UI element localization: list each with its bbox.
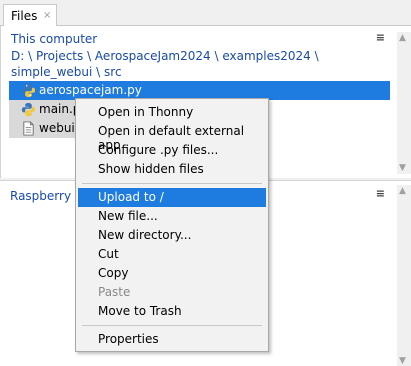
remote-scrollbar[interactable]: ▲ ▼	[397, 185, 411, 366]
text-file-icon	[23, 121, 34, 136]
menu-item-copy[interactable]: Copy	[78, 264, 266, 283]
python-file-icon	[21, 102, 36, 117]
scroll-up-icon[interactable]: ▲	[399, 186, 406, 196]
tab-strip: Files ×	[0, 0, 411, 27]
menu-item-configure-py[interactable]: Configure .py files...	[78, 141, 266, 160]
local-path-breadcrumb[interactable]: D: \ Projects \ AerospaceJam2024 \ examp…	[11, 48, 381, 80]
scroll-down-icon[interactable]: ▼	[399, 163, 406, 173]
remote-location-title: Raspberry Pi	[10, 189, 86, 203]
scroll-down-icon[interactable]: ▼	[399, 356, 406, 366]
panel-menu-icon[interactable]: ≡	[376, 187, 385, 200]
menu-item-upload[interactable]: Upload to /	[78, 188, 266, 207]
tab-files[interactable]: Files ×	[3, 4, 57, 27]
local-location-title: This computer	[11, 32, 98, 46]
menu-item-show-hidden[interactable]: Show hidden files	[78, 160, 266, 179]
python-file-icon	[21, 83, 36, 98]
tab-label: Files	[11, 9, 38, 23]
menu-item-new-file[interactable]: New file...	[78, 207, 266, 226]
files-view: Files × This computer D: \ Projects \ Ae…	[0, 0, 411, 366]
menu-item-open-in-thonny[interactable]: Open in Thonny	[78, 103, 266, 122]
menu-separator	[82, 183, 262, 184]
menu-item-move-to-trash[interactable]: Move to Trash	[78, 302, 266, 321]
local-scrollbar[interactable]: ▲ ▼	[397, 32, 411, 174]
context-menu: Open in Thonny Open in default external …	[75, 98, 269, 352]
file-row-main[interactable]: main.p	[9, 100, 80, 119]
menu-separator	[82, 325, 262, 326]
menu-item-new-directory[interactable]: New directory...	[78, 226, 266, 245]
menu-item-open-external[interactable]: Open in default external app	[78, 122, 266, 152]
menu-item-cut[interactable]: Cut	[78, 245, 266, 264]
panel-menu-icon[interactable]: ≡	[376, 31, 385, 44]
file-name: aerospacejam.py	[39, 83, 142, 97]
close-icon[interactable]: ×	[43, 10, 51, 21]
file-name: webui.	[39, 121, 79, 135]
menu-item-properties[interactable]: Properties	[78, 330, 266, 349]
menu-item-paste: Paste	[98, 285, 131, 299]
scroll-up-icon[interactable]: ▲	[399, 33, 406, 43]
file-row-webui[interactable]: webui.	[9, 119, 79, 138]
